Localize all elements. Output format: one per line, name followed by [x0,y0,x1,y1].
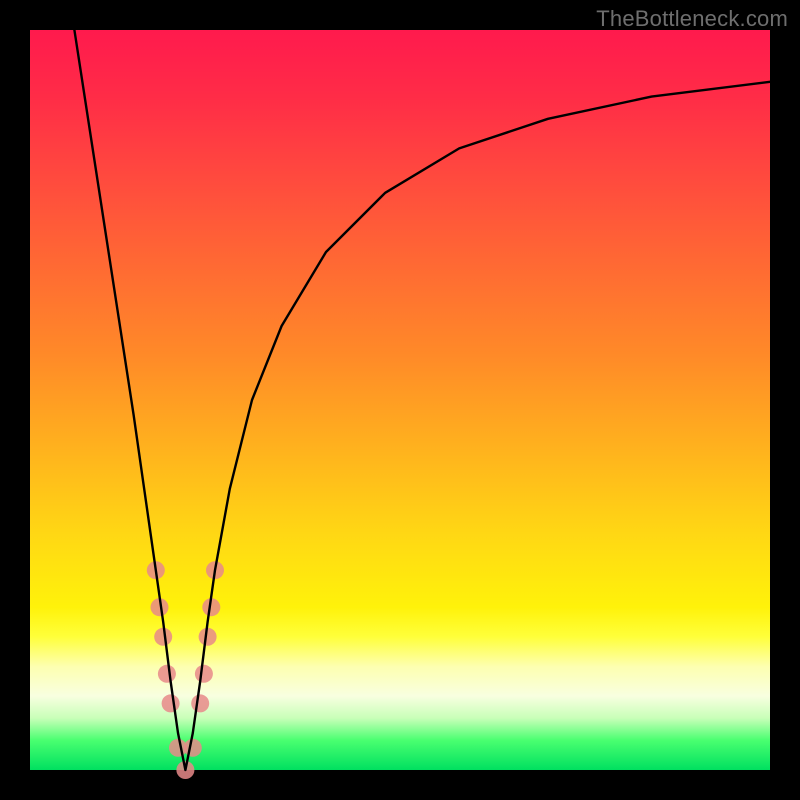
marker-dot [158,665,176,683]
marker-dot [195,665,213,683]
plot-area [30,30,770,770]
watermark-text: TheBottleneck.com [596,6,788,32]
marker-dot [184,739,202,757]
chart-frame: TheBottleneck.com [0,0,800,800]
bottleneck-curve [74,30,770,770]
marker-dot [162,694,180,712]
marker-dot [191,694,209,712]
chart-overlay [30,30,770,770]
